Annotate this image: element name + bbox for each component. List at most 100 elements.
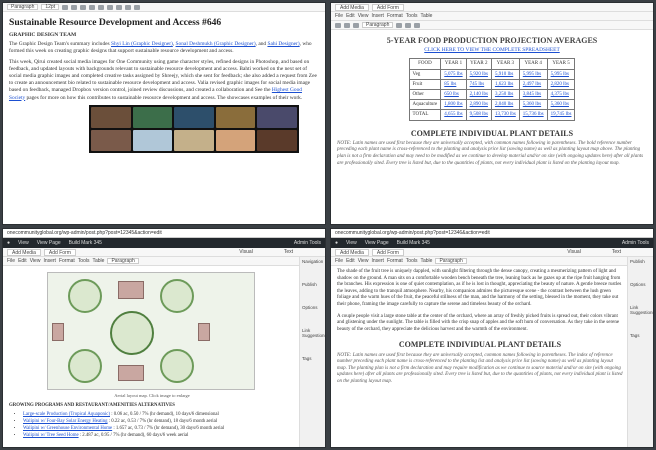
admin-tools[interactable]: Admin Tools [294,240,321,246]
table-cell[interactable]: 1,800 lbs [440,99,467,111]
wp-logo-icon[interactable]: ● [335,240,338,246]
tab-text[interactable]: Text [612,249,621,255]
menu-table[interactable]: Table [420,258,432,264]
sidebar-box[interactable]: Options [302,305,323,310]
build-link[interactable]: Build Mark 345 [69,240,102,246]
gallery-image[interactable] [174,106,214,128]
table-cell[interactable]: 5,360 lbs [546,99,576,111]
sidebar-box[interactable]: Tags [630,333,651,338]
program-link[interactable]: Large-scale Production (Tropical Aquapon… [23,412,110,417]
sidebar-box[interactable]: Navigation [302,259,323,264]
view-link[interactable]: View [18,240,29,246]
program-link[interactable]: Walipini w/ Tree Seed Home [23,433,79,438]
gallery-image[interactable] [257,129,297,151]
sidebar-box[interactable]: Publish [302,282,323,287]
align-left-icon[interactable] [98,4,105,10]
menu-tools[interactable]: Tools [406,258,418,264]
editor-content[interactable]: 5-YEAR FOOD PRODUCTION PROJECTION AVERAG… [331,30,653,170]
member-link[interactable]: Sahi Designer) [267,41,299,47]
menu-tools[interactable]: Tools [406,13,418,19]
link-icon[interactable] [116,4,123,10]
member-link[interactable]: Sonal Deshmukh (Graphic Designer) [176,41,256,47]
menu-format[interactable]: Format [59,258,75,264]
table-cell[interactable]: 13,730 lbs [490,109,520,121]
add-form-button[interactable]: Add Form [371,248,404,256]
table-cell[interactable]: 4,375 lbs [546,89,576,101]
add-media-button[interactable]: Add Media [335,248,369,256]
table-cell[interactable]: 5,910 lbs [490,68,520,80]
bullet-list-icon[interactable] [80,4,87,10]
numbered-list-icon[interactable] [89,4,96,10]
menu-tools[interactable]: Tools [78,258,90,264]
view-page-link[interactable]: View Page [37,240,61,246]
table-cell[interactable]: 5,920 lbs [465,68,492,80]
view-link[interactable]: View [346,240,357,246]
table-cell[interactable]: 650 lbs [440,89,467,101]
table-cell[interactable]: 5,995 lbs [518,68,548,80]
menu-insert[interactable]: Insert [43,258,56,264]
table-cell[interactable]: 9,508 lbs [465,109,492,121]
table-cell[interactable]: 15,736 lbs [518,109,548,121]
paragraph-select[interactable]: Paragraph [107,258,139,264]
editor-content[interactable]: Aerial layout map. Click image to enlarg… [3,266,325,442]
align-left-icon[interactable] [396,22,403,28]
menu-insert[interactable]: Insert [371,13,384,19]
table-cell[interactable]: 2,890 lbs [465,99,492,111]
address-bar[interactable]: onecommunityglobal.org/wp-admin/post.php… [331,229,653,238]
table-cell[interactable]: 85 lbs [440,78,467,91]
paragraph-select[interactable]: Paragraph [7,4,39,10]
menu-edit[interactable]: Edit [18,258,27,264]
add-form-button[interactable]: Add Form [371,3,404,11]
add-media-button[interactable]: Add Media [335,3,369,11]
layout-map-image[interactable] [47,272,255,390]
menu-edit[interactable]: Edit [346,258,355,264]
admin-tools[interactable]: Admin Tools [622,240,649,246]
menu-table[interactable]: Table [92,258,104,264]
add-media-button[interactable]: Add Media [7,248,41,256]
table-cell[interactable]: 3,250 lbs [490,89,520,101]
table-cell[interactable]: 4,655 lbs [440,109,467,121]
undo-icon[interactable] [125,4,132,10]
table-cell[interactable]: 745 lbs [465,78,492,91]
menu-file[interactable]: File [7,258,15,264]
link-icon[interactable] [414,22,421,28]
sidebar-box[interactable]: Options [630,282,651,287]
gallery-image[interactable] [215,129,256,151]
build-link[interactable]: Build Mark 345 [397,240,430,246]
underline-icon[interactable] [353,22,359,28]
table-cell[interactable]: 2,820 lbs [546,78,576,91]
font-size-select[interactable]: 12pt [41,4,60,10]
gallery-image[interactable] [257,106,297,128]
table-cell[interactable]: 5,075 lbs [440,68,467,80]
menu-table[interactable]: Table [420,13,432,19]
italic-icon[interactable] [344,22,350,28]
menu-insert[interactable]: Insert [371,258,384,264]
wp-logo-icon[interactable]: ● [7,240,10,246]
align-center-icon[interactable] [107,4,114,10]
menu-format[interactable]: Format [387,258,403,264]
table-cell[interactable]: 1,623 lbs [490,78,520,91]
table-cell[interactable]: 2,140 lbs [465,89,492,101]
menu-file[interactable]: File [335,258,343,264]
gallery-image[interactable] [215,106,256,128]
gallery-image[interactable] [91,129,131,151]
menu-view[interactable]: View [358,13,369,19]
table-cell[interactable]: 5,360 lbs [518,99,548,111]
tab-visual[interactable]: Visual [567,249,581,255]
member-link[interactable]: Shyi Lin (Graphic Designer) [111,41,173,47]
table-cell[interactable]: 3,845 lbs [518,89,548,101]
italic-icon[interactable] [71,4,78,10]
table-cell[interactable]: 19,745 lbs [546,109,576,121]
bold-icon[interactable] [335,22,341,28]
sidebar-box[interactable]: Publish [630,259,651,264]
program-link[interactable]: Walipini w/ Four-Bay Solar Energy Heatin… [23,419,108,424]
sidebar-box[interactable]: Link Suggestions [630,305,653,315]
menu-format[interactable]: Format [387,13,403,19]
tab-text[interactable]: Text [284,249,293,255]
program-link[interactable]: Walipini w/ Greenhouse Environmental Hom… [23,426,112,431]
align-center-icon[interactable] [405,22,412,28]
gallery-image[interactable] [91,106,131,128]
add-form-button[interactable]: Add Form [43,248,76,256]
tab-visual[interactable]: Visual [239,249,253,255]
redo-icon[interactable] [134,4,141,10]
